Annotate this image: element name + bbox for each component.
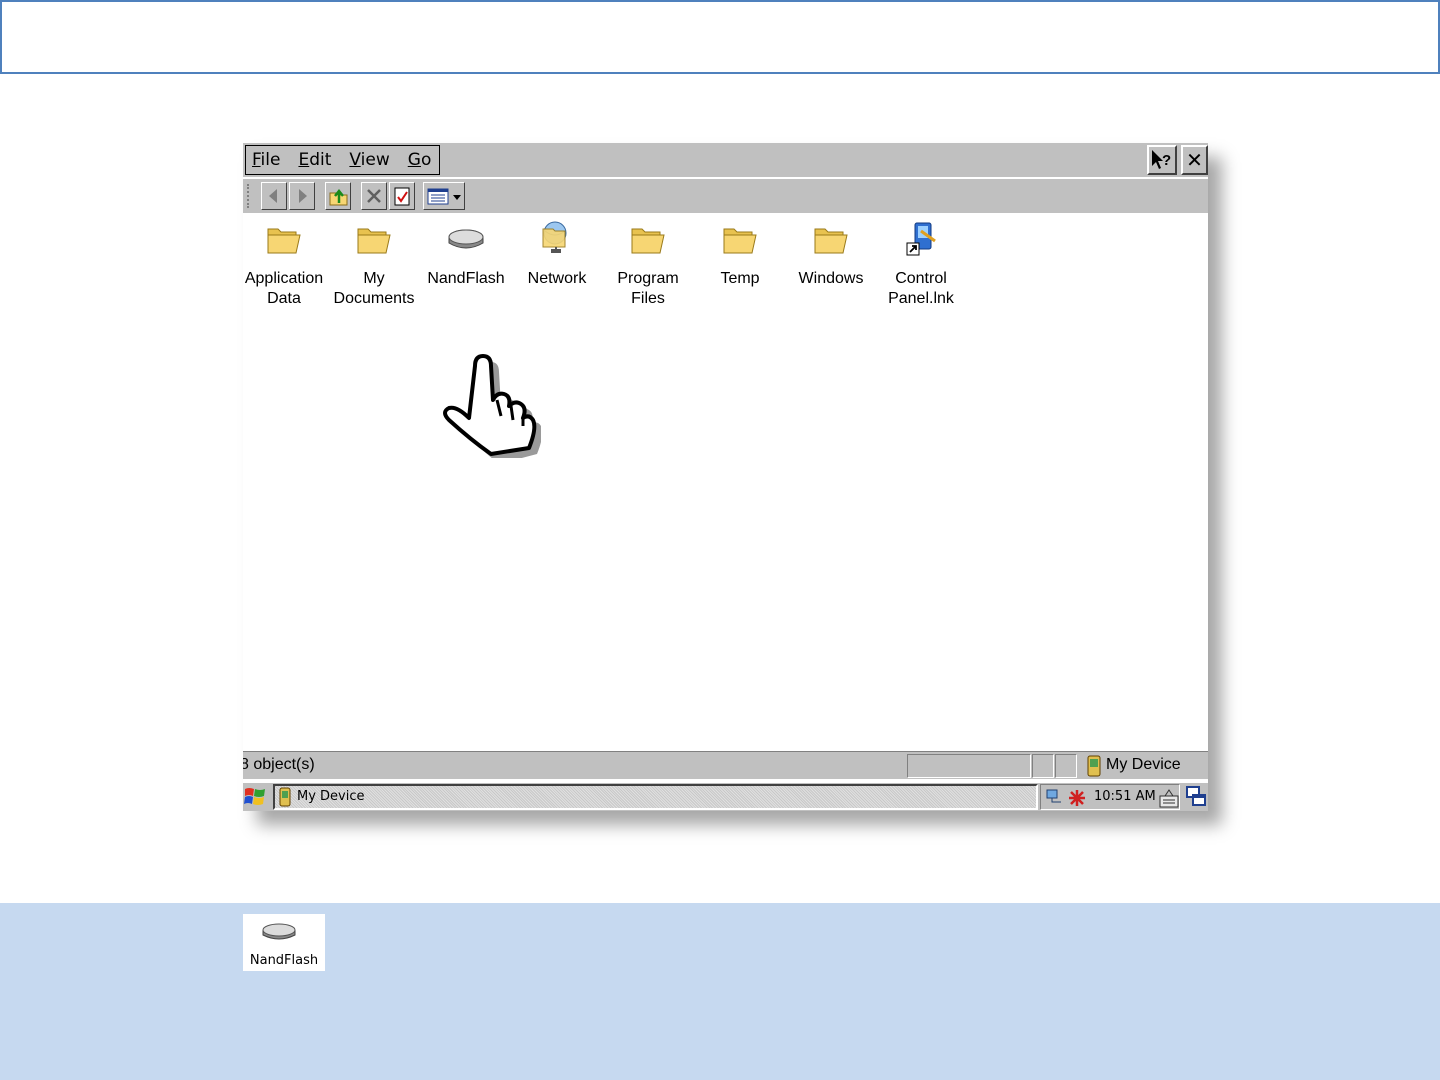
folder-item-control-panel-shortcut[interactable]: Control Panel.lnk: [875, 219, 967, 309]
folder-label: Program Files: [617, 270, 679, 307]
menu-file[interactable]: File: [252, 150, 280, 170]
properties-icon: [394, 187, 410, 206]
folder-icon: [814, 228, 848, 254]
status-pane: [1055, 754, 1077, 778]
drive-icon: [262, 923, 296, 940]
up-folder-button[interactable]: [325, 182, 351, 210]
file-list: Application Data My Documents NandFlash: [243, 213, 1208, 751]
status-location: My Device: [1106, 756, 1181, 773]
nandflash-thumbnail: NandFlash: [243, 914, 325, 971]
show-desktop-icon[interactable]: [1185, 785, 1207, 809]
folder-label: NandFlash: [427, 270, 505, 287]
folder-icon: [267, 228, 301, 254]
toolbar-grip[interactable]: [247, 184, 253, 208]
explorer-window: File Edit View Go ? ✕ Application Data M…: [243, 143, 1208, 811]
network-tray-icon[interactable]: [1045, 788, 1065, 806]
menu-bar: File Edit View Go ? ✕: [243, 143, 1208, 177]
task-button-label: My Device: [297, 789, 365, 804]
help-pointer-icon: ?: [1152, 150, 1171, 169]
folder-item-temp[interactable]: Temp: [694, 219, 786, 289]
menu-go[interactable]: Go: [408, 150, 432, 170]
status-pane: [907, 754, 1031, 778]
folder-item-my-documents[interactable]: My Documents: [328, 219, 420, 309]
menu-edit[interactable]: Edit: [298, 150, 331, 170]
back-arrow-icon: [269, 189, 277, 203]
folder-label: Windows: [798, 270, 864, 287]
thumbnail-label: NandFlash: [249, 953, 319, 968]
device-icon: [279, 787, 291, 807]
object-count: 8 object(s): [243, 756, 315, 773]
folder-label: My Documents: [333, 270, 415, 307]
caption-band: [0, 903, 1440, 1080]
folder-item-application-data[interactable]: Application Data: [243, 219, 330, 309]
help-button[interactable]: ?: [1147, 145, 1177, 175]
properties-button[interactable]: [389, 182, 415, 210]
svg-text:?: ?: [1162, 152, 1171, 169]
menu-group: File Edit View Go: [245, 145, 441, 175]
folder-label: Control Panel.lnk: [888, 270, 954, 307]
top-frame: [0, 0, 1440, 74]
forward-button[interactable]: [289, 182, 315, 210]
folder-label: Application Data: [244, 270, 324, 307]
toolbar: [243, 179, 1208, 213]
device-icon: [1087, 755, 1101, 777]
folder-icon: [723, 228, 757, 254]
keyboard-icon[interactable]: [1159, 787, 1179, 809]
folder-label: Temp: [720, 270, 760, 287]
folder-item-windows[interactable]: Windows: [785, 219, 877, 289]
status-bar: 8 object(s) My Device: [243, 751, 1208, 779]
up-folder-icon: [329, 188, 348, 206]
clock[interactable]: 10:51 AM: [1094, 789, 1156, 804]
close-button[interactable]: ✕: [1181, 145, 1208, 175]
system-tray: 10:51 AM: [1040, 784, 1180, 810]
close-icon: ✕: [1186, 149, 1203, 172]
folder-item-network[interactable]: Network: [511, 219, 603, 289]
view-mode-dropdown[interactable]: [423, 182, 465, 210]
start-windows-icon[interactable]: [243, 785, 267, 809]
task-button-my-device[interactable]: My Device: [273, 784, 1038, 810]
folder-item-nandflash[interactable]: NandFlash: [420, 219, 512, 289]
forward-arrow-icon: [299, 189, 307, 203]
view-details-icon: [427, 188, 461, 205]
delete-button[interactable]: [361, 182, 387, 210]
shortcut-icon: [906, 222, 936, 256]
network-icon: [542, 221, 567, 253]
drive-icon: [448, 229, 484, 249]
folder-icon: [631, 228, 665, 254]
back-button[interactable]: [261, 182, 287, 210]
taskbar: My Device 10:51 AM: [243, 781, 1208, 811]
activity-tray-icon[interactable]: [1067, 788, 1087, 808]
menu-view[interactable]: View: [349, 150, 389, 170]
folder-label: Network: [527, 270, 587, 287]
folder-item-program-files[interactable]: Program Files: [602, 219, 694, 309]
folder-icon: [357, 228, 391, 254]
delete-x-icon: [367, 189, 381, 203]
pointing-hand-icon: [443, 354, 541, 458]
status-pane: [1032, 754, 1054, 778]
